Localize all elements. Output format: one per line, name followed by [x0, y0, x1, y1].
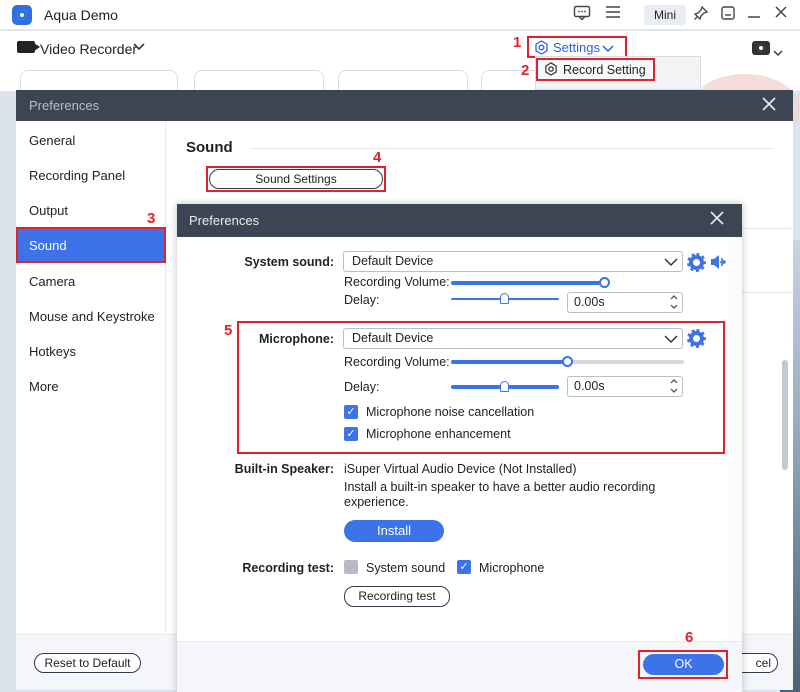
camera-icon[interactable] — [752, 41, 770, 55]
step-marker-2: 2 — [521, 62, 530, 79]
mode-label[interactable]: Video Recorder — [40, 41, 137, 57]
system-sound-device-select[interactable]: Default Device — [343, 251, 683, 272]
microphone-delay-value: 0.00s — [574, 379, 605, 393]
mode-card[interactable] — [194, 70, 324, 92]
microphone-device-select[interactable]: Default Device — [343, 328, 683, 349]
scrollbar-thumb[interactable] — [782, 360, 788, 470]
enhancement-checkbox[interactable]: ✓ — [344, 427, 358, 441]
preferences-title: Preferences — [29, 98, 100, 113]
chevron-down-icon[interactable] — [132, 39, 146, 56]
sidebar-item-recording-panel[interactable]: Recording Panel — [29, 168, 125, 183]
record-setting-label: Record Setting — [563, 63, 646, 77]
preferences-close-icon[interactable] — [762, 95, 776, 115]
menu-icon[interactable] — [602, 5, 624, 25]
system-volume-knob[interactable] — [599, 277, 610, 288]
spin-arrows-icon[interactable] — [669, 293, 679, 313]
mode-card[interactable] — [338, 70, 468, 92]
test-system-sound-label: System sound — [366, 561, 446, 575]
pin-icon[interactable] — [690, 5, 712, 25]
system-delay-spinbox[interactable]: 0.00s — [567, 292, 683, 313]
speaker-settings-icon[interactable] — [710, 253, 728, 274]
sound-dialog-scrollbar[interactable] — [728, 237, 742, 641]
preferences-sidebar — [16, 121, 166, 634]
system-sound-device-value: Default Device — [352, 254, 434, 268]
builtin-speaker-description-cont: experience. — [344, 495, 409, 509]
camera-chevron-icon[interactable] — [773, 45, 783, 60]
sound-dialog-close-icon[interactable] — [710, 209, 724, 229]
microphone-volume-fill — [451, 360, 568, 364]
chevron-down-icon[interactable] — [664, 333, 678, 347]
sidebar-item-mouse-keystroke[interactable]: Mouse and Keystroke — [29, 309, 155, 324]
sidebar-item-output[interactable]: Output — [29, 203, 68, 218]
spin-arrows-icon[interactable] — [669, 377, 679, 397]
mode-card[interactable] — [20, 70, 178, 92]
enhancement-label: Microphone enhancement — [366, 427, 511, 441]
noise-cancellation-checkbox[interactable]: ✓ — [344, 405, 358, 419]
system-delay-value: 0.00s — [574, 295, 605, 309]
system-sound-gear-icon[interactable] — [687, 253, 706, 272]
chat-icon[interactable] — [571, 5, 593, 25]
app-logo-icon — [12, 5, 32, 25]
microphone-delay-label: Delay: — [344, 380, 380, 394]
microphone-label: Microphone: — [259, 332, 334, 346]
settings-chevron-icon[interactable] — [602, 42, 614, 57]
microphone-gear-icon[interactable] — [687, 329, 706, 348]
sound-settings-button[interactable]: Sound Settings — [209, 169, 383, 189]
system-volume-label: Recording Volume: — [344, 275, 450, 289]
builtin-speaker-device: iSuper Virtual Audio Device (Not Install… — [344, 462, 577, 476]
record-setting-gear-icon — [544, 62, 558, 79]
divider — [250, 148, 773, 149]
test-microphone-checkbox[interactable]: ✓ — [457, 560, 471, 574]
section-heading: Sound — [186, 139, 233, 156]
test-system-sound-checkbox[interactable] — [344, 560, 358, 574]
mini-mode-button[interactable]: Mini — [644, 5, 686, 25]
system-delay-knob[interactable] — [500, 293, 509, 304]
reset-to-default-button[interactable]: Reset to Default — [34, 653, 141, 673]
minimize-icon[interactable] — [717, 5, 739, 25]
microphone-delay-knob[interactable] — [500, 381, 509, 392]
step-marker-3: 3 — [147, 210, 156, 227]
builtin-speaker-description: Install a built-in speaker to have a bet… — [344, 480, 656, 494]
sound-dialog-header — [177, 204, 742, 237]
settings-button[interactable]: Settings — [553, 40, 600, 55]
chevron-down-icon[interactable] — [664, 256, 678, 270]
restore-icon[interactable] — [743, 5, 765, 25]
divider — [740, 292, 793, 293]
builtin-speaker-label: Built-in Speaker: — [234, 462, 334, 476]
close-icon[interactable] — [770, 5, 792, 25]
step-marker-1: 1 — [513, 34, 522, 51]
microphone-delay-spinbox[interactable]: 0.00s — [567, 376, 683, 397]
recording-test-button[interactable]: Recording test — [344, 586, 450, 607]
sidebar-item-more[interactable]: More — [29, 379, 59, 394]
microphone-volume-knob[interactable] — [562, 356, 573, 367]
system-sound-label: System sound: — [244, 255, 334, 269]
test-microphone-label: Microphone — [479, 561, 545, 575]
step-marker-4: 4 — [373, 149, 382, 166]
sidebar-item-sound-label: Sound — [29, 238, 67, 253]
app-title: Aqua Demo — [44, 7, 118, 23]
ok-button[interactable]: OK — [643, 654, 724, 675]
microphone-device-value: Default Device — [352, 331, 434, 345]
divider — [740, 228, 793, 229]
microphone-volume-label: Recording Volume: — [344, 355, 450, 369]
recording-test-label: Recording test: — [242, 561, 334, 575]
install-button[interactable]: Install — [344, 520, 444, 542]
step-marker-6: 6 — [685, 629, 694, 646]
system-volume-fill — [451, 281, 605, 285]
system-delay-label: Delay: — [344, 293, 380, 307]
video-camera-icon — [17, 41, 40, 53]
noise-cancellation-label: Microphone noise cancellation — [366, 405, 535, 419]
sound-dialog-title: Preferences — [189, 213, 260, 228]
sidebar-item-camera[interactable]: Camera — [29, 274, 75, 289]
sidebar-item-hotkeys[interactable]: Hotkeys — [29, 344, 76, 359]
preferences-header — [16, 90, 793, 121]
mode-card[interactable] — [481, 70, 541, 92]
sidebar-item-general[interactable]: General — [29, 133, 75, 148]
